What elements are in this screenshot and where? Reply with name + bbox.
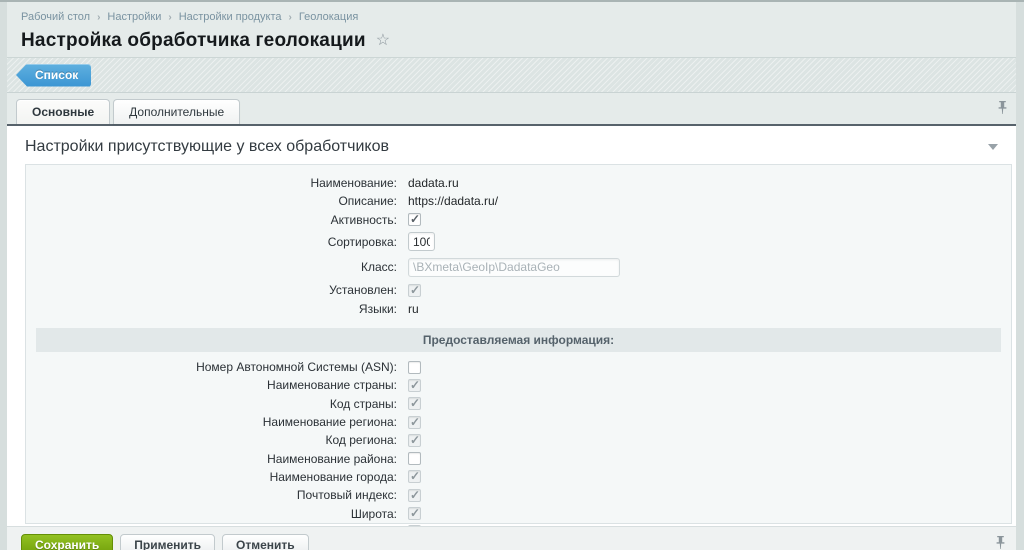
info-row-zip: Почтовый индекс: (36, 486, 1001, 504)
save-button[interactable]: Сохранить (21, 534, 113, 550)
page-header: Рабочий стол › Настройки › Настройки продукт… (7, 2, 1016, 57)
sort-input[interactable] (408, 232, 435, 251)
info-row-latitude: Широта: (36, 504, 1001, 522)
breadcrumb-product-settings[interactable]: Настройки продукта (179, 11, 282, 23)
field-row-class: Класс: (36, 254, 1001, 280)
back-to-list-button[interactable]: Список (16, 64, 91, 87)
settings-fieldset: Наименование: dadata.ru Описание: https:… (25, 164, 1012, 524)
info-row-region-code: Код региона: (36, 431, 1001, 449)
field-label: Наименование: (36, 176, 408, 190)
pin-icon[interactable] (998, 101, 1007, 119)
apply-button[interactable]: Применить (120, 534, 215, 550)
country-code-checkbox (408, 397, 421, 410)
active-checkbox[interactable] (408, 213, 421, 226)
breadcrumb-geolocation[interactable]: Геолокация (299, 11, 358, 23)
class-input (408, 258, 620, 277)
field-label: Почтовый индекс: (36, 488, 408, 502)
breadcrumb: Рабочий стол › Настройки › Настройки продукт… (21, 11, 1006, 23)
favorite-star-icon[interactable]: ☆ (376, 33, 390, 49)
field-value: https://dadata.ru/ (408, 194, 498, 208)
latitude-checkbox (408, 507, 421, 520)
admin-panel: Рабочий стол › Настройки › Настройки продукт… (7, 2, 1016, 550)
field-label: Класс: (36, 260, 408, 274)
breadcrumb-desktop[interactable]: Рабочий стол (21, 11, 90, 23)
tabs-bar: Основные Дополнительные (7, 93, 1016, 124)
tab-main[interactable]: Основные (16, 99, 110, 124)
district-name-checkbox[interactable] (408, 452, 421, 465)
info-row-region-name: Наименование региона: (36, 413, 1001, 431)
chevron-right-icon: › (168, 12, 171, 23)
pin-icon[interactable] (996, 536, 1005, 550)
toolbar: Список (7, 57, 1016, 93)
field-value: ru (408, 302, 419, 316)
region-code-checkbox (408, 434, 421, 447)
tab-additional[interactable]: Дополнительные (113, 99, 240, 124)
form-footer: Сохранить Применить Отменить (7, 526, 1016, 550)
info-row-country-name: Наименование страны: (36, 376, 1001, 394)
field-label: Номер Автономной Системы (ASN): (36, 360, 408, 374)
info-row-district-name: Наименование района: (36, 449, 1001, 467)
field-label: Описание: (36, 194, 408, 208)
country-name-checkbox (408, 379, 421, 392)
city-name-checkbox (408, 470, 421, 483)
field-row-name: Наименование: dadata.ru (36, 174, 1001, 192)
field-row-installed: Установлен: (36, 280, 1001, 300)
chevron-right-icon: › (97, 12, 100, 23)
field-row-description: Описание: https://dadata.ru/ (36, 192, 1001, 210)
asn-checkbox[interactable] (408, 361, 421, 374)
chevron-right-icon: › (289, 12, 292, 23)
field-row-active: Активность: (36, 210, 1001, 229)
field-label: Наименование региона: (36, 415, 408, 429)
field-value: dadata.ru (408, 176, 459, 190)
field-label: Языки: (36, 302, 408, 316)
page-title: Настройка обработчика геолокации (21, 30, 366, 52)
field-label: Широта: (36, 507, 408, 521)
info-row-city-name: Наименование города: (36, 468, 1001, 486)
info-row-country-code: Код страны: (36, 395, 1001, 413)
field-row-sort: Сортировка: (36, 229, 1001, 254)
field-label: Наименование страны: (36, 378, 408, 392)
installed-checkbox (408, 284, 421, 297)
breadcrumb-settings[interactable]: Настройки (107, 11, 161, 23)
field-label: Установлен: (36, 283, 408, 297)
cancel-button[interactable]: Отменить (222, 534, 309, 550)
zip-checkbox (408, 489, 421, 502)
field-label: Наименование района: (36, 452, 408, 466)
info-row-asn: Номер Автономной Системы (ASN): (36, 358, 1001, 376)
region-name-checkbox (408, 416, 421, 429)
field-label: Активность: (36, 213, 408, 227)
info-section-header: Предоставляемая информация: (36, 328, 1001, 352)
field-row-languages: Языки: ru (36, 300, 1001, 318)
field-label: Код страны: (36, 397, 408, 411)
section-title: Настройки присутствующие у всех обработч… (25, 138, 389, 156)
field-label: Наименование города: (36, 470, 408, 484)
form-content: Настройки присутствующие у всех обработч… (7, 126, 1016, 526)
collapse-section-icon[interactable] (988, 144, 998, 150)
field-label: Код региона: (36, 433, 408, 447)
field-label: Сортировка: (36, 235, 408, 249)
